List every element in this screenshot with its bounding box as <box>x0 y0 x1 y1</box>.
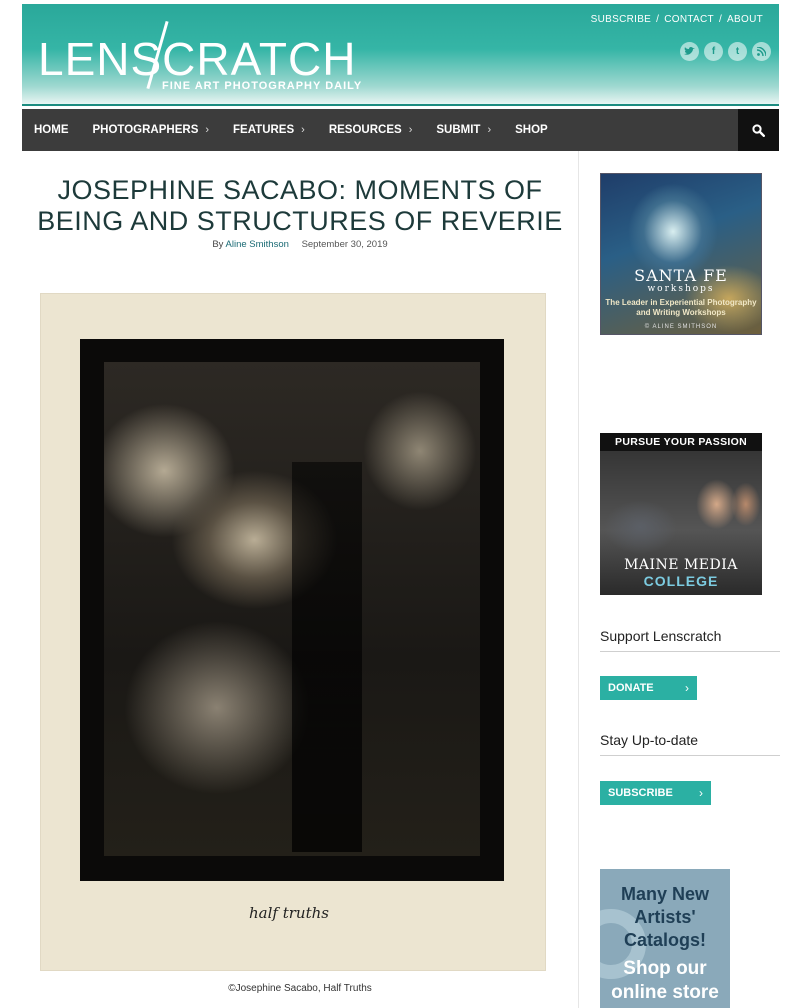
chevron-right-icon: › <box>685 681 689 695</box>
ad-line1: MAINE MEDIA <box>624 557 738 573</box>
photo-print-border <box>80 339 504 881</box>
featured-photo[interactable]: half truths <box>40 293 546 971</box>
byline-prefix: By <box>212 239 224 250</box>
nav-photographers[interactable]: PHOTOGRAPHERS › <box>81 109 222 151</box>
nav-label: SUBMIT <box>436 124 481 136</box>
contact-link[interactable]: CONTACT <box>664 14 714 25</box>
chevron-right-icon: › <box>408 124 413 136</box>
chevron-right-icon: › <box>301 124 305 136</box>
ad-band: PURSUE YOUR PASSION <box>600 433 762 451</box>
donate-button[interactable]: DONATE › <box>600 676 697 700</box>
widget-divider <box>600 755 780 756</box>
support-title: Support Lenscratch <box>600 628 722 644</box>
nav-label: FEATURES <box>233 124 295 136</box>
search-button[interactable] <box>738 109 779 151</box>
author-link[interactable]: Aline Smithson <box>226 239 289 250</box>
catalogs-store-ad[interactable]: Many New Artists' Catalogs! Shop our onl… <box>600 869 730 1008</box>
nav-shop[interactable]: SHOP <box>503 109 560 151</box>
nav-label: RESOURCES <box>328 124 402 136</box>
nav-label: PHOTOGRAPHERS <box>92 124 199 136</box>
nav-label: SHOP <box>515 124 548 136</box>
link-separator: / <box>718 14 723 25</box>
main-nav: HOME PHOTOGRAPHERS › FEATURES › RESOURCES ›… <box>22 109 779 151</box>
column-divider <box>578 151 579 1008</box>
site-header: LENSCRATCH FINE ART PHOTOGRAPHY DAILY SU… <box>22 4 779 106</box>
post-date: September 30, 2019 <box>301 239 388 250</box>
ad-line1: Many New Artists' Catalogs! <box>620 884 710 950</box>
maine-media-college-ad[interactable]: PURSUE YOUR PASSION MAINE MEDIA COLLEGE <box>600 433 762 595</box>
stay-title: Stay Up-to-date <box>600 732 699 748</box>
donate-label: DONATE <box>608 682 654 694</box>
ad-title: SANTA FE <box>634 266 728 285</box>
ad-line2: COLLEGE <box>643 573 719 589</box>
chevron-right-icon: › <box>487 124 492 136</box>
post-byline: By Aline Smithson September 30, 2019 <box>22 239 578 250</box>
subscribe-button[interactable]: SUBSCRIBE › <box>600 781 711 805</box>
photo-signature: half truths <box>249 904 329 922</box>
social-links: f t <box>680 42 771 61</box>
search-icon <box>752 123 765 137</box>
widget-divider <box>600 651 780 652</box>
twitter-icon[interactable] <box>680 42 699 61</box>
santa-fe-workshops-ad[interactable]: SANTA FE workshops The Leader in Experie… <box>600 173 762 335</box>
chevron-right-icon: › <box>205 124 210 136</box>
sidebar: SANTA FE workshops The Leader in Experie… <box>600 151 780 1008</box>
subscribe-label: SUBSCRIBE <box>608 787 673 799</box>
nav-resources[interactable]: RESOURCES › <box>317 109 425 151</box>
logo-tagline: FINE ART PHOTOGRAPHY DAILY <box>162 80 363 92</box>
nav-label: HOME <box>34 124 69 136</box>
nav-submit[interactable]: SUBMIT › <box>424 109 503 151</box>
chevron-right-icon: › <box>699 786 703 800</box>
nav-home[interactable]: HOME <box>22 109 81 151</box>
nav-features[interactable]: FEATURES › <box>221 109 317 151</box>
rss-icon[interactable] <box>752 42 771 61</box>
ad-credit: © ALINE SMITHSON <box>644 324 718 330</box>
ad-subtitle: workshops <box>647 284 715 294</box>
photo-caption: ©Josephine Sacabo, Half Truths <box>228 983 372 994</box>
subscribe-link[interactable]: SUBSCRIBE <box>591 14 652 25</box>
link-separator: / <box>656 14 660 25</box>
site-logo[interactable]: LENSCRATCH FINE ART PHOTOGRAPHY DAILY <box>38 20 361 94</box>
about-link[interactable]: ABOUT <box>727 14 763 25</box>
photo-image <box>104 362 480 856</box>
ad-line2: Shop our online store <box>611 958 719 1003</box>
logo-wordmark[interactable]: LENSCRATCH <box>38 34 356 84</box>
ad-line: The Leader in Experiential Photography a… <box>605 298 757 317</box>
top-links: SUBSCRIBE / CONTACT / ABOUT <box>591 14 763 25</box>
photo-collage-strip <box>292 462 362 852</box>
facebook-icon[interactable]: f <box>704 42 723 61</box>
tumblr-icon[interactable]: t <box>728 42 747 61</box>
post-title: JOSEPHINE SACABO: MOMENTS OF BEING AND S… <box>37 175 563 236</box>
post-content: JOSEPHINE SACABO: MOMENTS OF BEING AND S… <box>22 151 578 1008</box>
